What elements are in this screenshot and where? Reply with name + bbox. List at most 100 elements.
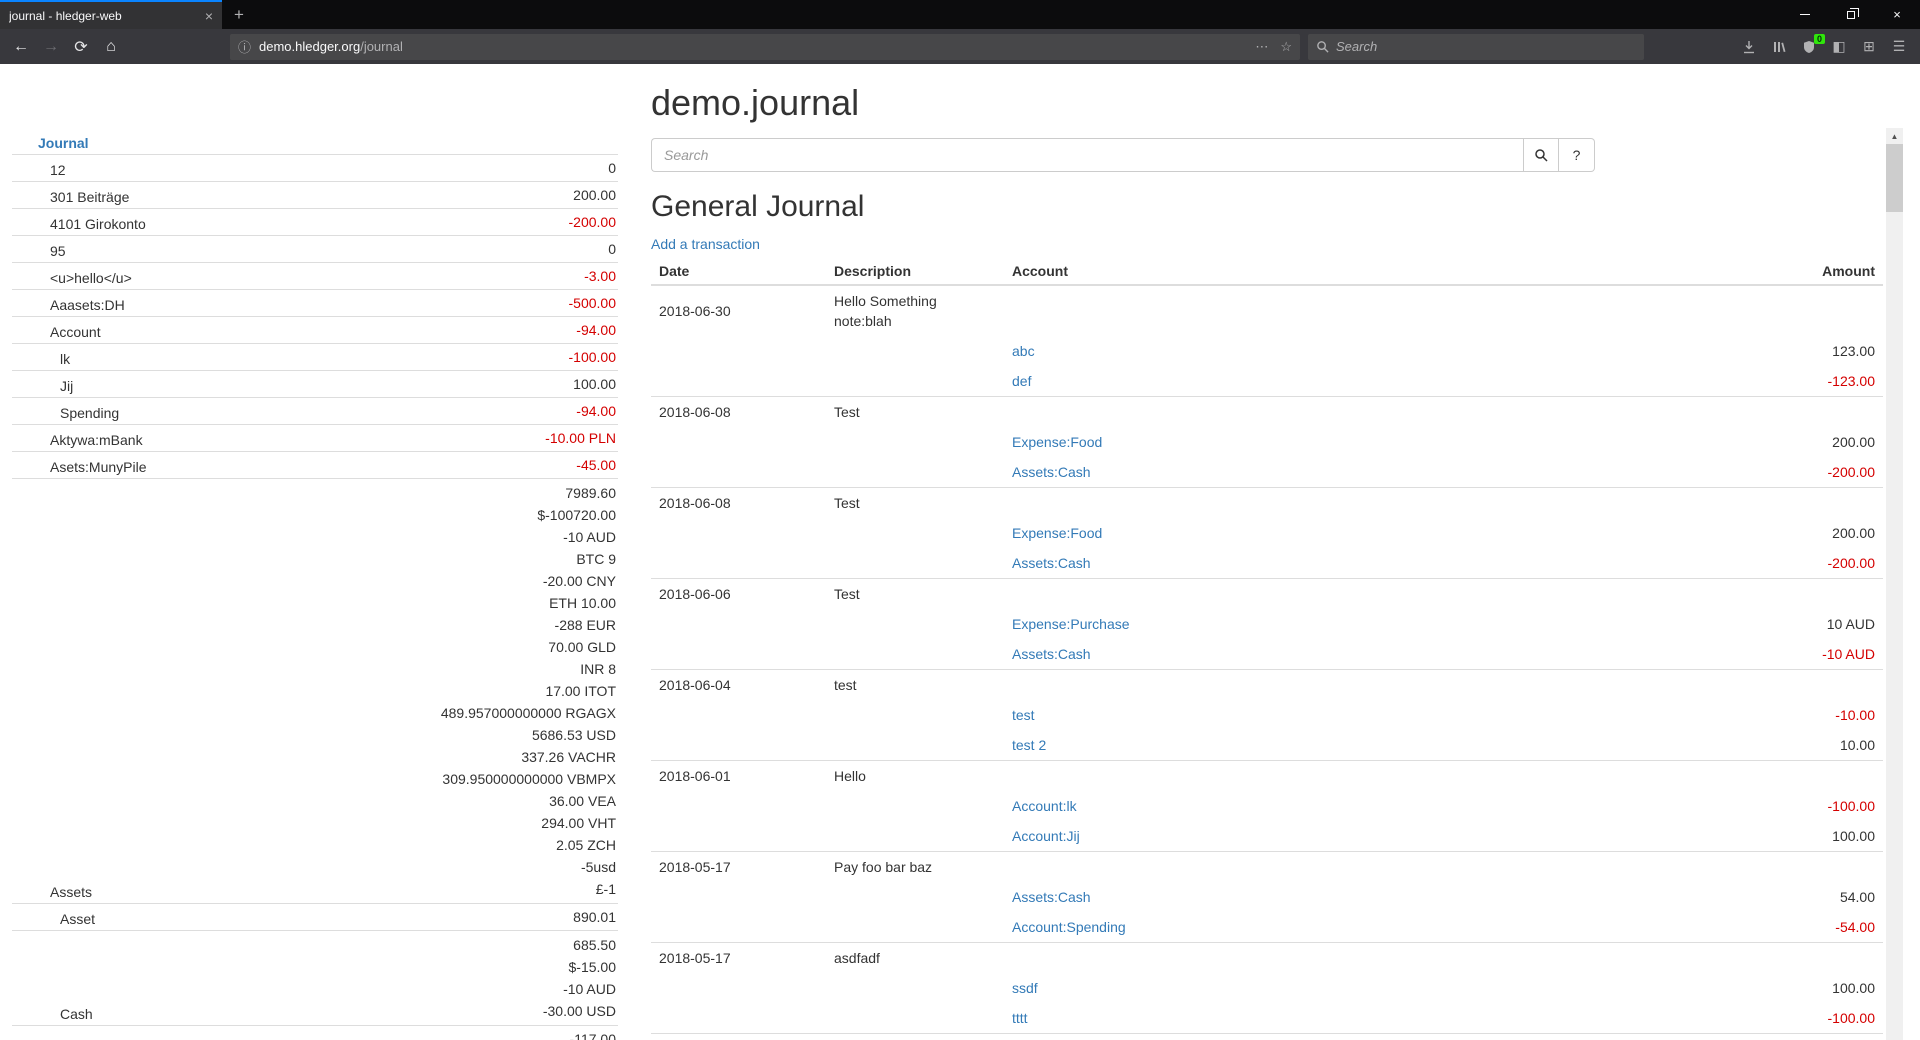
account-balance: BTC 9 <box>276 548 616 570</box>
posting-row: Expense:Food200.00 <box>651 427 1883 457</box>
sidebar-account-link[interactable]: Account <box>50 324 101 340</box>
account-balance: -117.00 <box>276 1029 616 1040</box>
posting-account-link[interactable]: abc <box>1012 343 1035 359</box>
sidebar-account-link[interactable]: 4101 Girokonto <box>50 216 146 232</box>
apps-grid-button[interactable]: ⊞ <box>1854 33 1884 61</box>
scrollbar-thumb[interactable] <box>1886 144 1903 212</box>
url-bar[interactable]: ⓘ demo.hledger.org/journal ⋯ ☆ <box>230 34 1300 60</box>
posting-row: ssdf100.00 <box>651 973 1883 1003</box>
posting-row: test 210.00 <box>651 730 1883 761</box>
page-scrollbar[interactable]: ▲ ▼ <box>1886 128 1903 1040</box>
col-header-amount: Amount <box>1643 258 1883 285</box>
sidebar-account-link[interactable]: Spending <box>60 405 119 421</box>
library-icon <box>1772 40 1786 54</box>
restore-button[interactable] <box>1828 0 1874 29</box>
posting-account-link[interactable]: tttt <box>1012 1010 1028 1026</box>
extension-button[interactable]: 0 <box>1794 33 1824 61</box>
posting-row: Expense:Purchase10 AUD <box>651 609 1883 639</box>
posting-account-link[interactable]: Expense:Purchase <box>1012 616 1130 632</box>
posting-amount: 200.00 <box>1643 518 1883 548</box>
sidebar-account-link[interactable]: Asets:MunyPile <box>50 459 146 475</box>
transaction-description: Test <box>826 1034 1004 1040</box>
sidebar-account-row: Asset890.01 <box>12 904 618 931</box>
main-content: demo.journal ? General Journal Add a tra… <box>651 64 1883 1040</box>
page-actions-icon[interactable]: ⋯ <box>1255 39 1268 55</box>
minimize-button[interactable] <box>1782 0 1828 29</box>
posting-account-link[interactable]: Expense:Food <box>1012 434 1102 450</box>
account-balance: -288 EUR <box>276 614 616 636</box>
sidebar-accounts-body: 120301 Beiträge200.004101 Girokonto-200.… <box>12 155 618 1040</box>
transaction-description: Test <box>826 579 1004 610</box>
posting-row: Assets:Cash-200.00 <box>651 548 1883 579</box>
transaction-row: 2018-06-08Test <box>651 397 1883 428</box>
posting-account-link[interactable]: Assets:Cash <box>1012 889 1091 905</box>
sidebar-account-link[interactable]: Cash <box>60 1006 93 1022</box>
sidebar-account-link[interactable]: Aktywa:mBank <box>50 432 143 448</box>
posting-account-link[interactable]: Account:lk <box>1012 798 1077 814</box>
back-button[interactable]: ← <box>6 33 36 61</box>
posting-account-link[interactable]: Expense:Food <box>1012 525 1102 541</box>
sidebar-account-row: Asets:MunyPile-45.00 <box>12 452 618 479</box>
posting-account-link[interactable]: Account:Spending <box>1012 919 1126 935</box>
sidebar-account-link[interactable]: Assets <box>50 884 92 900</box>
sidebar-journal-link[interactable]: Journal <box>38 135 89 151</box>
browser-navbar: ← → ⟳ ⌂ ⓘ demo.hledger.org/journal ⋯ ☆ S… <box>0 29 1920 64</box>
url-path: /journal <box>360 39 403 54</box>
posting-account-link[interactable]: def <box>1012 373 1031 389</box>
transaction-row: 2018-05-17Pay foo bar baz <box>651 852 1883 883</box>
sidebar-account-link[interactable]: 12 <box>50 162 66 178</box>
tab-close-icon[interactable]: × <box>205 9 213 23</box>
posting-account-link[interactable]: test <box>1012 707 1035 723</box>
sidebar-account-row: lk-100.00 <box>12 344 618 371</box>
account-balance: -30.00 USD <box>276 1000 616 1022</box>
search-help-button[interactable]: ? <box>1559 138 1595 172</box>
posting-row: Account:Jij100.00 <box>651 821 1883 852</box>
sidebar-account-link[interactable]: Jij <box>60 378 73 394</box>
account-balance: -94.00 <box>276 401 616 421</box>
sidebar-account-link[interactable]: lk <box>60 351 70 367</box>
home-button[interactable]: ⌂ <box>96 33 126 61</box>
posting-account-link[interactable]: Assets:Cash <box>1012 555 1091 571</box>
posting-account-link[interactable]: test 2 <box>1012 737 1046 753</box>
col-header-description: Description <box>826 258 1004 285</box>
sidebar-toggle-button[interactable]: ◧ <box>1824 33 1854 61</box>
new-tab-button[interactable]: + <box>222 0 256 29</box>
url-host: demo.hledger.org <box>259 39 360 54</box>
close-button[interactable]: × <box>1874 0 1920 29</box>
transaction-date: 2018-06-06 <box>651 579 826 610</box>
posting-amount: -100.00 <box>1643 791 1883 821</box>
library-button[interactable] <box>1764 33 1794 61</box>
posting-account-link[interactable]: Account:Jij <box>1012 828 1080 844</box>
search-icon <box>1534 148 1548 162</box>
posting-row: test-10.00 <box>651 700 1883 730</box>
add-transaction-link[interactable]: Add a transaction <box>651 236 760 252</box>
sidebar-account-link[interactable]: 301 Beiträge <box>50 189 129 205</box>
account-balance: -500.00 <box>276 293 616 313</box>
browser-search-bar[interactable]: Search <box>1308 34 1644 60</box>
scroll-up-arrow[interactable]: ▲ <box>1886 128 1903 144</box>
downloads-button[interactable] <box>1734 33 1764 61</box>
menu-button[interactable]: ☰ <box>1884 33 1914 61</box>
sidebar-account-link[interactable]: <u>hello</u> <box>50 270 132 286</box>
journal-search-input[interactable] <box>651 138 1523 172</box>
search-submit-button[interactable] <box>1523 138 1559 172</box>
bookmark-star-icon[interactable]: ☆ <box>1280 39 1292 55</box>
reload-button[interactable]: ⟳ <box>66 33 96 61</box>
site-info-icon[interactable]: ⓘ <box>238 37 251 56</box>
posting-account-link[interactable]: Assets:Cash <box>1012 646 1091 662</box>
sidebar-account-link[interactable]: Aaasets:DH <box>50 297 125 313</box>
forward-button[interactable]: → <box>36 33 66 61</box>
account-balance: £-1 <box>276 878 616 900</box>
section-title: General Journal <box>651 190 1883 224</box>
page-content: Journal 120301 Beiträge200.004101 Giroko… <box>0 64 1903 1040</box>
posting-account-link[interactable]: ssdf <box>1012 980 1038 996</box>
posting-account-link[interactable]: Assets:Cash <box>1012 464 1091 480</box>
transaction-date: 2018-06-01 <box>651 761 826 792</box>
account-balance: 36.00 VEA <box>276 790 616 812</box>
sidebar-account-link[interactable]: Asset <box>60 911 95 927</box>
sidebar-account-row: -117.00 <box>12 1026 618 1040</box>
browser-tab[interactable]: journal - hledger-web × <box>0 0 222 29</box>
sidebar-account-link[interactable]: 95 <box>50 243 66 259</box>
account-balance: -94.00 <box>276 320 616 340</box>
account-balance: 70.00 GLD <box>276 636 616 658</box>
